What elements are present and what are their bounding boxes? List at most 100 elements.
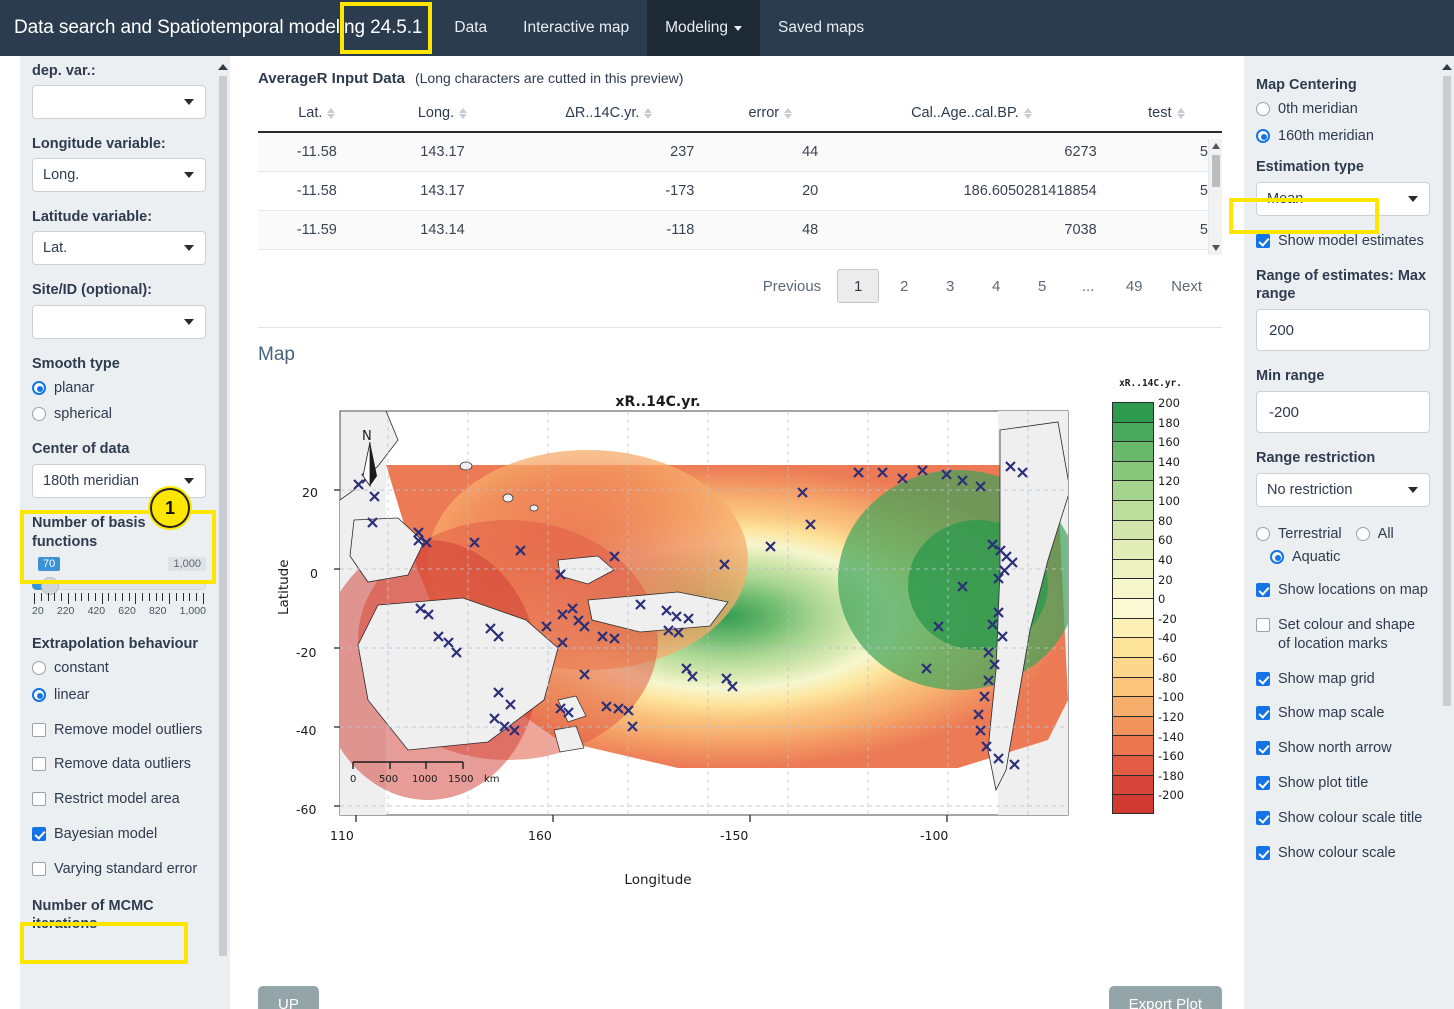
col-header-calage[interactable]: Cal..Age..cal.BP. — [832, 99, 1111, 133]
cell-test: 5 — [1110, 171, 1222, 211]
table-row[interactable]: -11.58 143.17 237 44 6273 5 — [258, 132, 1222, 172]
checkbox-show-map-grid[interactable]: Show map grid — [1256, 670, 1430, 689]
checkbox-show-locations-on-map[interactable]: Show locations on map — [1256, 581, 1430, 600]
col-header-test[interactable]: test — [1110, 99, 1222, 133]
dep-var-label: dep. var.: — [32, 63, 96, 79]
radio-icon — [32, 407, 46, 422]
checkbox-set-colour-shape-label: Set colour and shape of location marks — [1278, 616, 1416, 652]
checkbox-show-model-estimates[interactable]: Show model estimates — [1256, 232, 1430, 251]
radio-0th-meridian[interactable]: 0th meridian — [1256, 100, 1430, 119]
colour-scale-cell — [1112, 696, 1154, 716]
checkbox-icon — [1256, 671, 1270, 686]
slider-tick-220: 220 — [56, 604, 75, 617]
radio-all[interactable]: All — [1355, 525, 1394, 544]
cell-deltar: 237 — [509, 132, 709, 172]
radio-extrapolation-constant[interactable]: constant — [32, 659, 206, 678]
top-navbar: Data search and Spatiotemporal modeling … — [0, 0, 1454, 56]
pagination-previous[interactable]: Previous — [751, 269, 833, 303]
table-row[interactable]: -11.58 143.17 -173 20 186.6050281418854 … — [258, 171, 1222, 211]
app-brand[interactable]: Data search and Spatiotemporal modeling … — [0, 0, 436, 56]
nav-link-saved-maps[interactable]: Saved maps — [760, 0, 882, 56]
pagination-page-2[interactable]: 2 — [883, 269, 925, 303]
scroll-up-icon[interactable] — [1212, 143, 1220, 149]
table-scrollbar[interactable] — [1208, 139, 1222, 255]
estimation-type-select[interactable]: Mean — [1256, 181, 1430, 216]
dep-var-select[interactable] — [32, 85, 206, 120]
colour-scale-cell — [1112, 402, 1154, 422]
checkbox-show-plot-title[interactable]: Show plot title — [1256, 774, 1430, 793]
cell-lat: -11.59 — [258, 210, 376, 250]
scroll-thumb[interactable] — [1212, 155, 1220, 187]
right-sidebar-scrollbar[interactable] — [1440, 56, 1454, 1009]
checkbox-varying-standard-error[interactable]: Varying standard error — [32, 860, 206, 879]
radio-icon — [32, 687, 46, 702]
nav-link-data[interactable]: Data — [436, 0, 505, 56]
colour-scale-labels: 200 180 160 140 120 100 80 60 40 20 0 -20 -40 -60 -80-… — [1158, 396, 1188, 820]
up-button[interactable]: UP — [258, 986, 319, 1009]
radio-smooth-planar[interactable]: planar — [32, 379, 206, 398]
checkbox-show-locations-on-map-label: Show locations on map — [1278, 581, 1428, 598]
checkbox-restrict-model-area[interactable]: Restrict model area — [32, 790, 206, 809]
radio-0th-meridian-label: 0th meridian — [1278, 101, 1358, 118]
checkbox-icon — [1256, 233, 1270, 248]
left-sidebar: dep. var.: Longitude variable: Long. Lat… — [20, 56, 230, 1009]
checkbox-bayesian-model[interactable]: Bayesian model — [32, 825, 206, 844]
longitude-variable-select[interactable]: Long. — [32, 158, 206, 193]
radio-icon — [32, 660, 46, 675]
checkbox-show-map-scale[interactable]: Show map scale — [1256, 704, 1430, 723]
colour-scale-tick-60: 60 — [1158, 533, 1173, 548]
scroll-up-icon[interactable] — [1442, 64, 1452, 70]
map-section-heading: Map — [258, 344, 295, 365]
col-header-error[interactable]: error — [708, 99, 833, 133]
checkbox-show-colour-scale[interactable]: Show colour scale — [1256, 844, 1430, 863]
nav-link-interactive-map[interactable]: Interactive map — [505, 0, 647, 56]
left-sidebar-scrollbar[interactable] — [216, 56, 230, 1009]
scroll-thumb[interactable] — [219, 76, 227, 956]
radio-aquatic[interactable]: Aquatic — [1270, 548, 1430, 567]
pagination-page-49[interactable]: 49 — [1113, 269, 1155, 303]
checkbox-show-north-arrow[interactable]: Show north arrow — [1256, 739, 1430, 758]
radio-smooth-spherical[interactable]: spherical — [32, 405, 206, 424]
pagination-page-3[interactable]: 3 — [929, 269, 971, 303]
cell-deltar: -173 — [509, 171, 709, 211]
colour-scale-tick-100: 100 — [1158, 494, 1180, 509]
scroll-thumb[interactable] — [1443, 76, 1451, 706]
max-range-input[interactable]: 200 — [1256, 309, 1430, 352]
scroll-down-icon[interactable] — [1212, 245, 1220, 251]
extrapolation-label: Extrapolation behaviour — [32, 635, 198, 652]
cell-calage: 186.6050281418854 — [832, 171, 1111, 211]
basis-functions-slider[interactable]: 70 1,000 20 220 420 620 820 1,000 — [32, 556, 206, 619]
map-plot[interactable]: xR..14C.yr. Latitude Longitude 20 0 -20 … — [258, 370, 1188, 890]
scroll-up-icon[interactable] — [218, 64, 228, 70]
pagination-page-1[interactable]: 1 — [837, 269, 880, 303]
checkbox-icon — [1256, 582, 1270, 597]
pagination-next[interactable]: Next — [1159, 269, 1214, 303]
radio-extrapolation-linear[interactable]: linear — [32, 686, 206, 705]
table-row[interactable]: -11.59 143.14 -118 48 7038 5 — [258, 210, 1222, 250]
slider-tick-820: 820 — [148, 604, 167, 617]
plot-action-buttons: UP Export Plot — [258, 986, 1222, 1009]
checkbox-set-colour-shape[interactable]: Set colour and shape of location marks — [1256, 616, 1430, 654]
checkbox-remove-data-outliers[interactable]: Remove data outliers — [32, 755, 206, 774]
export-plot-button[interactable]: Export Plot — [1108, 986, 1222, 1009]
pagination-page-4[interactable]: 4 — [975, 269, 1017, 303]
latitude-variable-select[interactable]: Lat. — [32, 231, 206, 266]
min-range-input[interactable]: -200 — [1256, 391, 1430, 434]
cell-test: 5 — [1110, 210, 1222, 250]
nav-link-modeling[interactable]: Modeling — [647, 0, 761, 56]
radio-terrestrial[interactable]: Terrestrial — [1256, 525, 1342, 544]
range-restriction-select[interactable]: No restriction — [1256, 473, 1430, 508]
colour-scale-cell — [1112, 539, 1154, 559]
col-header-long[interactable]: Long. — [375, 99, 510, 133]
checkbox-remove-model-outliers[interactable]: Remove model outliers — [32, 721, 206, 740]
svg-text:km: km — [484, 774, 500, 785]
pagination-page-5[interactable]: 5 — [1021, 269, 1063, 303]
site-id-select[interactable] — [32, 304, 206, 339]
sort-icon — [327, 107, 336, 119]
colour-scale-cell — [1112, 598, 1154, 618]
col-header-deltar[interactable]: ΔR..14C.yr. — [509, 99, 709, 133]
checkbox-show-colour-scale-title[interactable]: Show colour scale title — [1256, 809, 1430, 828]
radio-smooth-planar-label: planar — [54, 379, 95, 396]
radio-160th-meridian[interactable]: 160th meridian — [1256, 127, 1430, 146]
col-header-lat[interactable]: Lat. — [258, 99, 376, 133]
